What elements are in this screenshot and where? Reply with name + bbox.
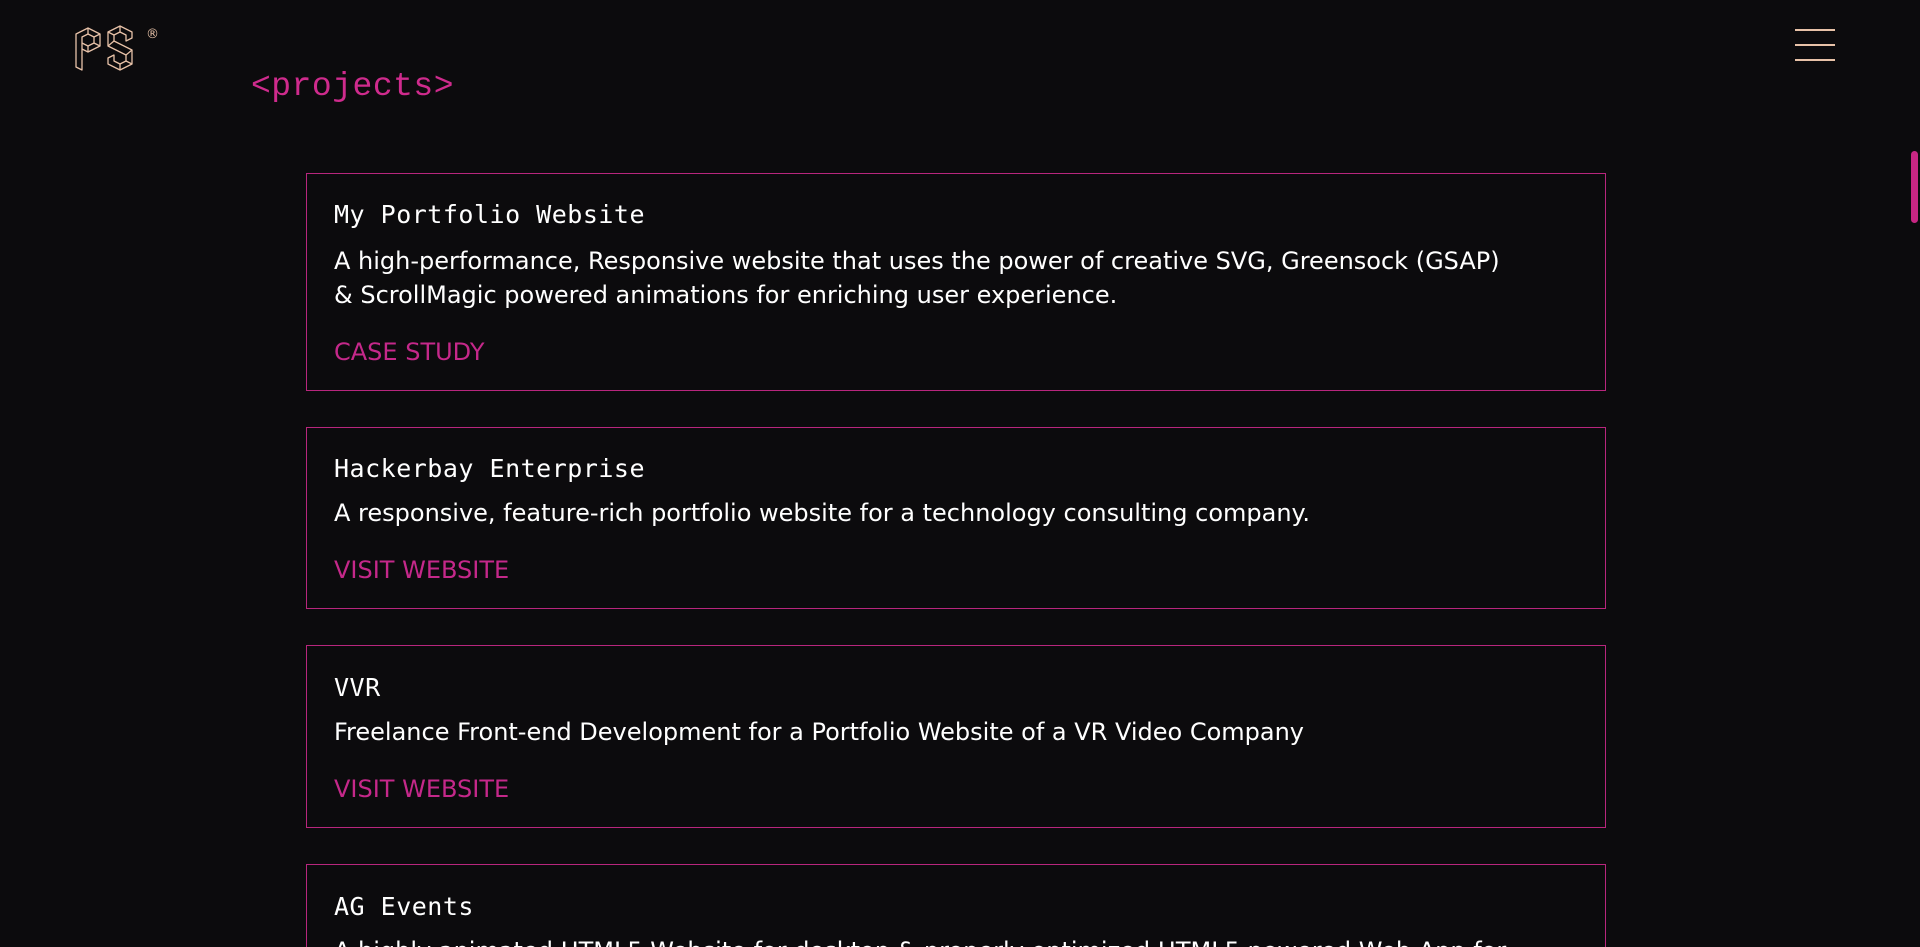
menu-line [1795, 29, 1835, 31]
project-card: VVR Freelance Front-end Development for … [306, 645, 1606, 828]
project-card: Hackerbay Enterprise A responsive, featu… [306, 427, 1606, 609]
visit-website-link[interactable]: VISIT WEBSITE [334, 556, 509, 584]
project-description: Freelance Front-end Development for a Po… [334, 718, 1304, 746]
project-description: A highly animated HTML5 Website for desk… [334, 934, 1514, 947]
menu-line [1795, 44, 1835, 46]
visit-website-link[interactable]: VISIT WEBSITE [334, 775, 509, 803]
case-study-link[interactable]: CASE STUDY [334, 338, 485, 366]
menu-line [1795, 59, 1835, 61]
project-title: Hackerbay Enterprise [334, 454, 646, 483]
project-title: My Portfolio Website [334, 200, 646, 229]
registered-mark: ® [146, 27, 159, 42]
project-description: A high-performance, Responsive website t… [334, 247, 1500, 309]
project-title: VVR [334, 673, 381, 702]
hamburger-menu-button[interactable] [1790, 26, 1836, 66]
brand-logo[interactable]: ® [74, 24, 160, 74]
page: ® <projects> My Portfolio Website A high… [0, 0, 1920, 947]
scrollbar-thumb[interactable] [1911, 151, 1918, 223]
project-card: AG Events A highly animated HTML5 Websit… [306, 864, 1606, 947]
project-description: A responsive, feature-rich portfolio web… [334, 499, 1310, 527]
project-title: AG Events [334, 892, 474, 921]
section-title: <projects> [251, 68, 455, 105]
project-card: My Portfolio Website A high-performance,… [306, 173, 1606, 391]
ps-logo-icon: ® [75, 25, 159, 71]
